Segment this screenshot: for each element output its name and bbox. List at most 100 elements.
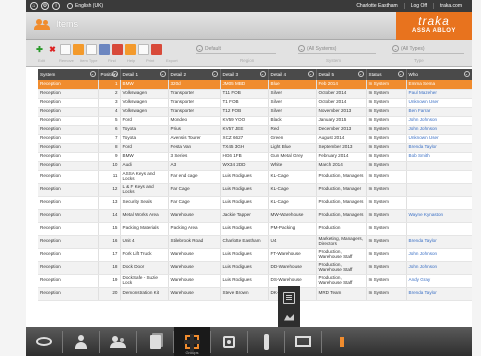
table-cell: Ben Farrar	[406, 107, 472, 117]
table-row[interactable]: Reception 18 Dock Door Warehouse Luis Rodigu…	[38, 261, 472, 275]
user-icon[interactable]	[99, 44, 110, 55]
chevron-down-icon[interactable]: ⌄	[307, 71, 314, 77]
toolbar-label: Edit	[38, 58, 45, 63]
chevron-down-icon[interactable]: ⌄	[211, 71, 218, 77]
table-cell: Reception	[38, 89, 99, 99]
chevron-down-icon[interactable]: ⌄	[89, 71, 96, 77]
add-icon[interactable]: ✚	[34, 44, 45, 55]
language-selector[interactable]: English (UK)	[67, 3, 103, 9]
table-cell: T12 FOB	[220, 107, 269, 117]
table-cell: Volkswagen	[120, 98, 169, 108]
chevron-down-icon[interactable]: ⌄	[259, 71, 266, 77]
table-row[interactable]: Reception 5 Ford Mondeo KV59 YOO Black January…	[38, 116, 472, 126]
region-filter[interactable]: ⌄ Default	[196, 44, 276, 54]
table-cell: Dock Door	[120, 261, 169, 275]
table-cell	[406, 196, 472, 210]
table-cell: Paul Mazeher	[406, 89, 472, 99]
column-header[interactable]: System ⌄	[38, 69, 99, 80]
dock-users[interactable]	[100, 327, 136, 356]
site-link[interactable]: traka.com	[433, 3, 468, 9]
table-cell: Unknown User	[406, 134, 472, 144]
table-cell: Wayne Kynaston	[406, 209, 472, 223]
table-cell: John Johnson	[406, 125, 472, 135]
table-row[interactable]: Reception 3 Volkswagen Transporter T1 FOB Sil…	[38, 98, 472, 108]
key-icon	[263, 333, 269, 350]
table-row[interactable]: Reception 16 Unit 4 Stilebrook Road Charlott…	[38, 235, 472, 249]
info-icon[interactable]: i	[52, 2, 60, 10]
table-cell: Black	[268, 116, 317, 126]
chevron-down-icon[interactable]: ⌄	[111, 71, 118, 77]
column-header[interactable]: Detail 4 ⌄	[268, 69, 317, 80]
table-row[interactable]: Reception 6 Toyota Prius KV57 JEE Red December…	[38, 125, 472, 135]
columns-icon[interactable]	[73, 44, 84, 55]
edit-icon[interactable]	[60, 44, 71, 55]
table-row[interactable]: Reception 9 BMW 3 Series HG6 1FB Gun Metal Gr…	[38, 152, 472, 162]
column-header[interactable]: Detail 2 ⌄	[168, 69, 221, 80]
table-row[interactable]: Reception 10 Audi A3 WX34 2DD White March 2014…	[38, 161, 472, 171]
table-cell: Packing Area	[168, 222, 221, 236]
chart-icon[interactable]	[283, 311, 295, 323]
chevron-down-icon[interactable]: ⌄	[397, 71, 404, 77]
dock-keys[interactable]	[248, 327, 284, 356]
table-cell: Luis Rodigues	[220, 196, 269, 210]
column-header[interactable]: Who ⌄	[406, 69, 472, 80]
chevron-down-icon[interactable]: ⌄	[159, 71, 166, 77]
home-icon[interactable]: ⌂	[30, 2, 38, 10]
dock-next[interactable]	[322, 327, 358, 356]
grid-icon[interactable]	[86, 44, 97, 55]
table-cell: December 2013	[316, 125, 367, 135]
chevron-down-icon[interactable]: ⌄	[463, 71, 470, 77]
type-filter[interactable]: ⌄ (All Types)	[392, 44, 464, 54]
table-row[interactable]: Reception 8 Ford Festa Van TX45 3GH Light Blu…	[38, 143, 472, 153]
table-row[interactable]: Reception 14 Metal Works Area Warehouse Jack…	[38, 209, 472, 223]
table-cell: KV59 YOO	[220, 116, 269, 126]
table-row[interactable]: Reception 7 Toyota Avensis Tourer XCZ 6627 Gr…	[38, 134, 472, 144]
list-icon[interactable]	[283, 291, 295, 304]
table-cell: Toyota	[120, 125, 169, 135]
groups-popup-menu	[278, 286, 300, 328]
table-row[interactable]: Reception 12 L & F Keys and Locks Far Cage L…	[38, 183, 472, 197]
table-cell: Transporter	[168, 98, 221, 108]
dock-settings[interactable]	[211, 327, 247, 356]
table-row[interactable]: Reception 2 Volkswagen Transporter T11 FOB Si…	[38, 89, 472, 99]
dock-user[interactable]	[63, 327, 99, 356]
settings-icon[interactable]: ⚙	[41, 2, 49, 10]
table-cell: Reception	[38, 287, 99, 301]
column-header[interactable]: Detail 3 ⌄	[220, 69, 269, 80]
dock-documents[interactable]	[137, 327, 173, 356]
table-cell: Luis Rodigues	[220, 222, 269, 236]
table-cell: In System	[366, 235, 407, 249]
table-cell: In System	[366, 261, 407, 275]
dock-view[interactable]	[26, 327, 62, 356]
table-cell: Marketing, Managers, Directors	[316, 235, 367, 249]
table-cell: Warehouse	[168, 209, 221, 223]
toolbar-label: Item Type	[80, 58, 98, 63]
table-row[interactable]: Reception 1 BMW 320d JM05 MBD Blue Feb 2014 In …	[38, 80, 472, 90]
table-cell: Mondeo	[168, 116, 221, 126]
logoff-link[interactable]: Log Off	[403, 3, 433, 9]
column-header[interactable]: Position ⌄	[98, 69, 121, 80]
table-row[interactable]: Reception 13 Security Seals Far Cage Luis Ro…	[38, 196, 472, 210]
table-row[interactable]: Reception 4 Volkswagen Transporter T12 FOB Si…	[38, 107, 472, 117]
table-cell: Reception	[38, 235, 99, 249]
delete-icon[interactable]: ✖	[47, 44, 58, 55]
column-header[interactable]: Detail 5 ⌄	[316, 69, 367, 80]
table-cell: In System	[366, 183, 407, 197]
brand-logo: traka ASSA ABLOY	[396, 12, 472, 40]
table-row[interactable]: Reception 20 Demonstration Kit Warehouse Ste…	[38, 287, 472, 301]
report-icon[interactable]	[125, 44, 136, 55]
column-header[interactable]: Status ⌄	[366, 69, 407, 80]
table-row[interactable]: Reception 15 Packing Materials Packing Area…	[38, 222, 472, 236]
table-row[interactable]: Reception 19 DockSafe - Suzie Lock Warehous…	[38, 274, 472, 288]
key-icon[interactable]	[112, 44, 123, 55]
chevron-down-icon[interactable]: ⌄	[357, 71, 364, 77]
export-icon[interactable]	[151, 44, 162, 55]
screen-icon	[295, 336, 311, 347]
system-filter[interactable]: ⌄ (All Systems)	[298, 44, 376, 54]
table-row[interactable]: Reception 17 Fork Lift Truck Warehouse Luis …	[38, 248, 472, 262]
dock-groups[interactable]: Groups	[174, 327, 210, 356]
column-header[interactable]: Detail 1 ⌄	[120, 69, 169, 80]
table-row[interactable]: Reception 11 ASSA Keys and Locks Far end ca…	[38, 170, 472, 184]
dock-display[interactable]	[285, 327, 321, 356]
help-icon[interactable]	[138, 44, 149, 55]
